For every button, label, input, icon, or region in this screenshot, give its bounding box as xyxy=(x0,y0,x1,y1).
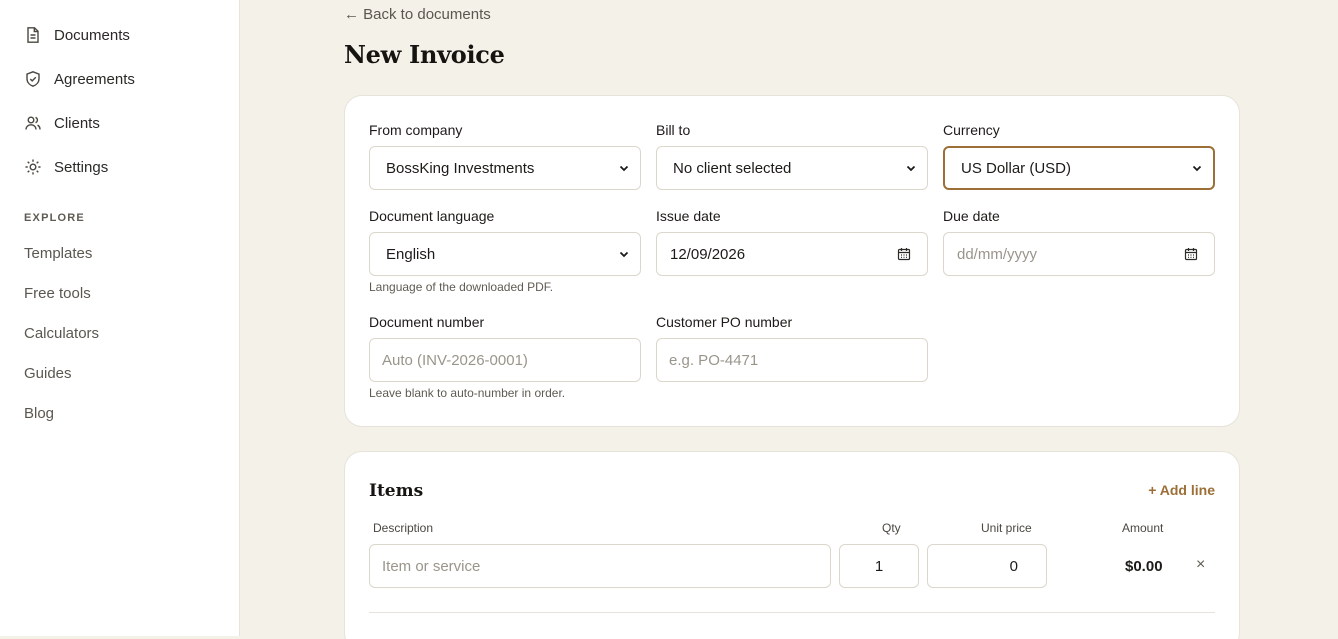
document-language-value: English xyxy=(386,245,436,263)
chevron-down-icon xyxy=(906,165,916,172)
due-date-input[interactable]: dd/mm/yyyy xyxy=(943,232,1215,276)
sidebar: Documents Agreements Clients Settings EX… xyxy=(0,0,240,636)
column-header-amount: Amount xyxy=(1122,521,1164,535)
bill-to-select[interactable]: No client selected xyxy=(656,146,928,190)
currency-label: Currency xyxy=(943,122,1000,138)
explore-link-free-tools[interactable]: Free tools xyxy=(24,285,91,302)
sidebar-item-label: Agreements xyxy=(54,70,135,88)
due-date-placeholder: dd/mm/yyyy xyxy=(957,245,1038,263)
explore-link-blog[interactable]: Blog xyxy=(24,405,54,422)
column-header-qty: Qty xyxy=(882,521,901,535)
remove-line-button[interactable]: × xyxy=(1196,556,1205,574)
from-company-select[interactable]: BossKing Investments xyxy=(369,146,641,190)
calendar-icon[interactable] xyxy=(897,247,911,261)
currency-select[interactable]: US Dollar (USD) xyxy=(943,146,1215,190)
page-title: New Invoice xyxy=(344,40,505,69)
column-header-description: Description xyxy=(373,521,434,535)
sidebar-item-label: Settings xyxy=(54,158,109,176)
divider xyxy=(369,612,1215,613)
issue-date-input[interactable]: 12/09/2026 xyxy=(656,232,928,276)
chevron-down-icon xyxy=(619,165,629,172)
issue-date-value: 12/09/2026 xyxy=(670,245,746,263)
item-description-placeholder: Item or service xyxy=(382,557,481,575)
back-to-documents-link[interactable]: ← Back to documents xyxy=(344,6,491,23)
chevron-down-icon xyxy=(1192,165,1202,172)
item-unit-price-value: 0 xyxy=(1009,557,1018,575)
document-language-select[interactable]: English xyxy=(369,232,641,276)
bill-to-label: Bill to xyxy=(656,122,691,138)
gear-icon xyxy=(25,159,41,175)
document-language-label: Document language xyxy=(369,208,495,224)
shield-icon xyxy=(26,71,40,87)
invoice-details-card: From company BossKing Investments Bill t… xyxy=(344,95,1240,427)
currency-value: US Dollar (USD) xyxy=(961,159,1072,177)
document-number-label: Document number xyxy=(369,314,485,330)
explore-link-templates[interactable]: Templates xyxy=(24,245,92,262)
section-label-explore: EXPLORE xyxy=(24,212,85,224)
add-line-button[interactable]: + Add line xyxy=(1148,482,1215,498)
issue-date-label: Issue date xyxy=(656,208,721,224)
document-language-hint: Language of the downloaded PDF. xyxy=(369,280,554,294)
item-qty-input[interactable]: 1 xyxy=(839,544,919,588)
sidebar-item-agreements[interactable]: Agreements xyxy=(24,67,135,91)
customer-po-label: Customer PO number xyxy=(656,314,793,330)
due-date-label: Due date xyxy=(943,208,1000,224)
document-number-hint: Leave blank to auto-number in order. xyxy=(369,386,566,400)
sidebar-item-label: Clients xyxy=(54,114,100,132)
explore-link-calculators[interactable]: Calculators xyxy=(24,325,99,342)
item-description-input[interactable]: Item or service xyxy=(369,544,831,588)
item-qty-value: 1 xyxy=(874,557,884,575)
from-company-label: From company xyxy=(369,122,463,138)
document-number-placeholder: Auto (INV-2026-0001) xyxy=(382,351,528,369)
from-company-value: BossKing Investments xyxy=(386,159,535,177)
document-icon xyxy=(27,27,39,43)
sidebar-item-label: Documents xyxy=(54,26,130,44)
calendar-icon[interactable] xyxy=(1184,247,1198,261)
column-header-unit-price: Unit price xyxy=(981,521,1032,535)
sidebar-item-clients[interactable]: Clients xyxy=(24,111,100,135)
items-title: Items xyxy=(369,481,424,501)
explore-link-guides[interactable]: Guides xyxy=(24,365,72,382)
customer-po-placeholder: e.g. PO-4471 xyxy=(669,351,759,369)
item-unit-price-input[interactable]: 0 xyxy=(927,544,1047,588)
item-amount: $0.00 xyxy=(1125,558,1163,575)
customer-po-input[interactable]: e.g. PO-4471 xyxy=(656,338,928,382)
items-card: Items + Add line Description Qty Unit pr… xyxy=(344,451,1240,639)
sidebar-item-settings[interactable]: Settings xyxy=(24,155,108,179)
bill-to-value: No client selected xyxy=(673,159,792,177)
chevron-down-icon xyxy=(619,251,629,258)
document-number-input[interactable]: Auto (INV-2026-0001) xyxy=(369,338,641,382)
users-icon xyxy=(25,116,41,130)
sidebar-item-documents[interactable]: Documents xyxy=(24,23,130,47)
